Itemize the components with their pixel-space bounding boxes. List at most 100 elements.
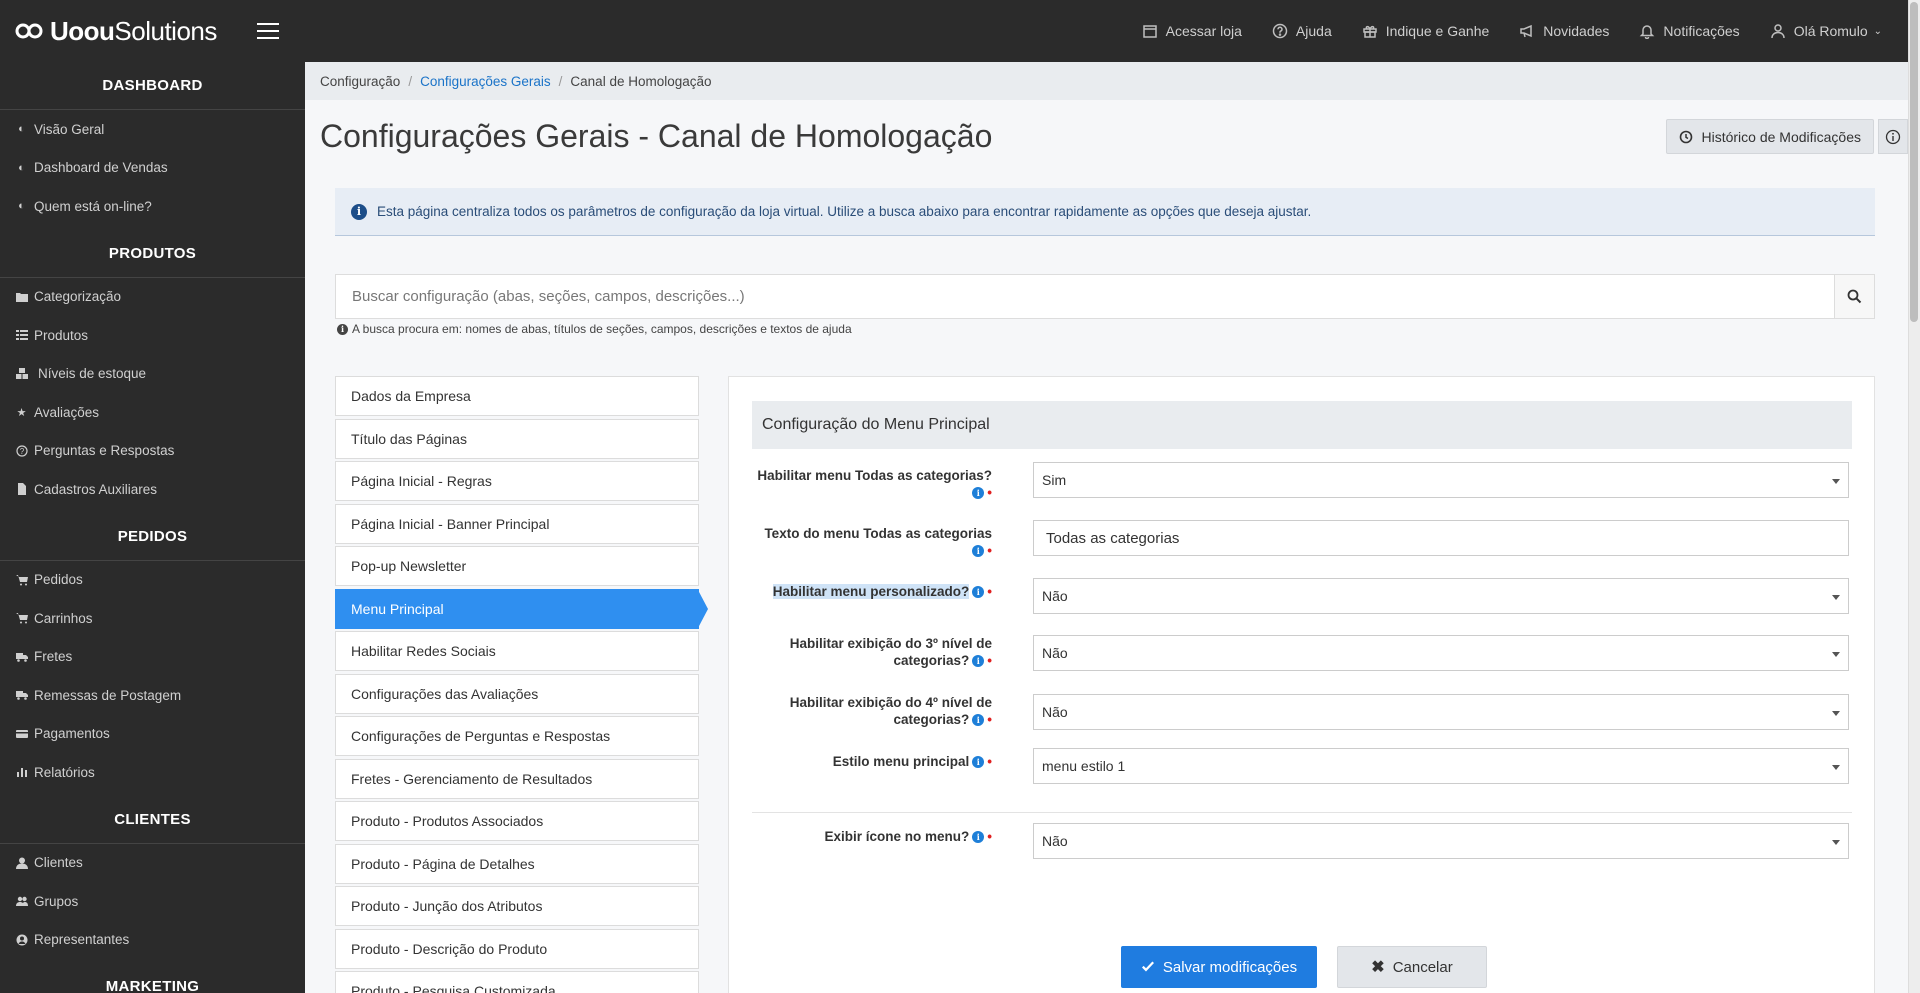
store-icon [1142, 25, 1157, 38]
sidebar-item-avaliacoes[interactable]: ★ Avaliações [0, 393, 305, 432]
breadcrumb-separator: / [558, 73, 563, 89]
tab-produto-descricao-do-produto[interactable]: Produto - Descrição do Produto [335, 928, 699, 969]
config-search [335, 274, 1875, 319]
field-select[interactable]: Sim [1033, 462, 1849, 498]
cubes-icon [15, 367, 28, 380]
help-info-icon[interactable]: i [972, 714, 985, 727]
info-button[interactable] [1878, 119, 1908, 154]
top-nav-label: Ajuda [1295, 23, 1332, 39]
cancel-button-label: Cancelar [1392, 958, 1453, 976]
page-scrollbar[interactable] [1908, 0, 1920, 993]
history-button-label: Histórico de Modificações [1701, 128, 1861, 145]
help-info-icon[interactable]: i [972, 831, 985, 844]
search-button[interactable] [1834, 275, 1874, 318]
history-clock-icon [1680, 130, 1693, 143]
sidebar-item-pedidos[interactable]: Pedidos [0, 561, 305, 600]
tab-pagina-inicial-regras[interactable]: Página Inicial - Regras [335, 461, 699, 501]
chevron-down-icon: ⌄ [1873, 25, 1882, 37]
folder-icon [15, 290, 28, 303]
help-info-icon[interactable]: i [972, 756, 985, 769]
tab-produto-juncao-dos-atributos[interactable]: Produto - Junção dos Atributos [335, 886, 699, 926]
config-search-input[interactable] [336, 275, 1834, 318]
top-nav-help[interactable]: Ajuda [1272, 23, 1332, 39]
sidebar-item-pagamentos[interactable]: Pagamentos [0, 715, 305, 754]
sidebar-item-relatorios[interactable]: Relatórios [0, 753, 305, 792]
sidebar-item-representantes[interactable]: Representantes [0, 921, 305, 960]
sidebar-item-label: Perguntas e Respostas [34, 443, 175, 459]
tab-configuracoes-de-perguntas-e-respostas[interactable]: Configurações de Perguntas e Respostas [335, 716, 699, 756]
required-marker: • [987, 712, 992, 727]
logo-mark-icon [15, 23, 43, 39]
sidebar-section-produtos: PRODUTOS [0, 230, 305, 278]
sidebar-item-grupos[interactable]: Grupos [0, 882, 305, 921]
field-select[interactable]: Não [1033, 694, 1849, 730]
top-nav-store[interactable]: Acessar loja [1142, 23, 1242, 39]
sidebar-item-fretes[interactable]: Fretes [0, 638, 305, 677]
sidebar-section-marketing: MARKETING [0, 963, 305, 993]
sidebar-item-carrinhos[interactable]: Carrinhos [0, 599, 305, 638]
field-label: Habilitar exibição do 4º nível de categor… [752, 694, 1004, 728]
sidebar-item-perguntas[interactable]: ? Perguntas e Respostas [0, 432, 305, 471]
breadcrumb-current: Canal de Homologação [570, 73, 712, 89]
form-row: Habilitar exibição do 4º nível de categor… [752, 694, 1852, 730]
sidebar-item-cadastros-auxiliares[interactable]: Cadastros Auxiliares [0, 470, 305, 509]
tab-dados-da-empresa[interactable]: Dados da Empresa [335, 376, 699, 416]
history-button[interactable]: Histórico de Modificações [1666, 119, 1874, 154]
tab-fretes-gerenciamento-de-resultados[interactable]: Fretes - Gerenciamento de Resultados [335, 758, 699, 799]
field-value: menu estilo 1 [1042, 758, 1126, 774]
credit-card-icon [15, 727, 28, 740]
sidebar-item-niveis-estoque[interactable]: Níveis de estoque [0, 355, 305, 394]
scrollbar-thumb[interactable] [1910, 2, 1918, 322]
field-text-input[interactable]: Todas as categorias [1033, 520, 1849, 556]
brand-logo[interactable]: Uoou Solutions [14, 16, 217, 47]
tab-habilitar-redes-sociais[interactable]: Habilitar Redes Sociais [335, 631, 699, 671]
info-icon [1885, 129, 1901, 144]
tab-produto-produtos-associados[interactable]: Produto - Produtos Associados [335, 801, 699, 841]
sidebar-item-produtos[interactable]: Produtos [0, 316, 305, 355]
sidebar-item-dashboard-vendas[interactable]: ◐ Dashboard de Vendas [0, 149, 305, 188]
field-select[interactable]: Não [1033, 823, 1849, 859]
cart-icon [15, 573, 28, 586]
sidebar-item-visao-geral[interactable]: ◐ Visão Geral [0, 110, 305, 149]
tab-produto-pesquisa-customizada[interactable]: Produto - Pesquisa Customizada [335, 971, 699, 993]
field-select[interactable]: Não [1033, 635, 1849, 671]
list-icon [15, 329, 28, 342]
tab-produto-pagina-de-detalhes[interactable]: Produto - Página de Detalhes [335, 843, 699, 884]
tab-configuracoes-das-avaliacoes[interactable]: Configurações das Avaliações [335, 673, 699, 714]
field-select[interactable]: menu estilo 1 [1033, 748, 1849, 784]
field-select[interactable]: Não [1033, 578, 1849, 614]
save-button[interactable]: Salvar modificações [1121, 946, 1317, 988]
field-label-text: categorias? [893, 653, 970, 668]
user-icon [15, 856, 28, 869]
top-nav-notifications[interactable]: Notificações [1639, 23, 1740, 39]
sidebar-item-label: Níveis de estoque [38, 366, 147, 382]
tab-pagina-inicial-banner-principal[interactable]: Página Inicial - Banner Principal [335, 503, 699, 544]
top-nav-label: Notificações [1663, 23, 1740, 39]
tab-menu-principal[interactable]: Menu Principal [335, 588, 708, 629]
logo-text-bold: Uoou [50, 15, 115, 46]
info-icon: i [337, 323, 348, 335]
sidebar-item-quem-online[interactable]: ◐ Quem está on-line? [0, 187, 305, 226]
top-nav-news[interactable]: Novidades [1519, 23, 1609, 39]
tab-titulo-das-paginas[interactable]: Título das Páginas [335, 418, 699, 459]
help-info-icon[interactable]: i [972, 545, 985, 558]
field-label-text: Texto do menu Todas as categorias [764, 526, 992, 541]
help-info-icon[interactable]: i [972, 487, 985, 500]
hamburger-menu-icon[interactable] [256, 23, 279, 39]
top-nav-user-menu[interactable]: Olá Romulo ⌄ [1770, 23, 1882, 39]
sidebar-item-clientes[interactable]: Clientes [0, 844, 305, 883]
sidebar-item-remessas[interactable]: Remessas de Postagem [0, 676, 305, 715]
tab-pop-up-newsletter[interactable]: Pop-up Newsletter [335, 546, 699, 586]
cancel-button[interactable]: ✖ Cancelar [1337, 946, 1487, 988]
help-info-icon[interactable]: i [972, 586, 985, 599]
sidebar-item-categorizacao[interactable]: Categorização [0, 278, 305, 317]
bar-chart-icon [15, 766, 28, 779]
top-nav-label: Indique e Ganhe [1385, 23, 1490, 39]
top-nav-refer[interactable]: Indique e Ganhe [1362, 23, 1490, 39]
breadcrumb-link-configuracoes-gerais[interactable]: Configurações Gerais [420, 74, 551, 89]
info-alert: i Esta página centraliza todos os parâme… [335, 188, 1875, 236]
top-header: Uoou Solutions Acessar loja Ajuda Indiqu… [0, 0, 1908, 62]
help-info-icon[interactable]: i [972, 655, 985, 668]
breadcrumb: Configuração / Configurações Gerais / Ca… [305, 62, 1908, 100]
field-label: Estilo menu principal i • [752, 753, 1004, 770]
